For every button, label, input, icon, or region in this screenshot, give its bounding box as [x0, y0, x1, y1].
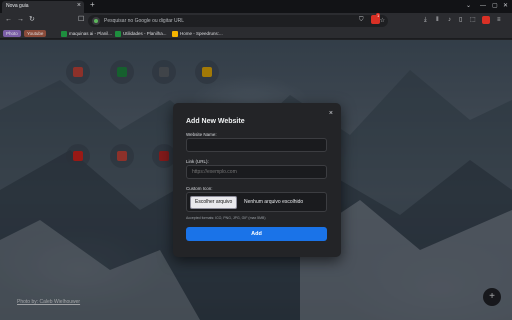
- google-icon: [92, 17, 100, 25]
- close-icon[interactable]: ×: [77, 2, 81, 9]
- dialog-title: Add New Website: [186, 118, 245, 125]
- extension-icon[interactable]: 1: [371, 13, 381, 24]
- extension-badge-count: 1: [376, 13, 381, 18]
- custom-icon-label: Custom Icon:: [186, 186, 213, 191]
- forward-icon[interactable]: →: [17, 16, 24, 23]
- profile-icon[interactable]: [482, 16, 490, 24]
- custom-icon-file-input[interactable]: Escolher arquivo Nenhum arquivo escolhid…: [186, 192, 327, 212]
- reload-icon[interactable]: ↻: [29, 16, 35, 23]
- bookmark-label: Youtube: [27, 31, 44, 36]
- bookmark-label: maquinas ai - Planil...: [69, 31, 113, 36]
- accepted-formats-note: Accepted formats: ICO, PNG, JPG, GIF (ma…: [186, 216, 266, 220]
- bookmark-label: Utilidades - Planilha...: [123, 31, 167, 36]
- tab-search-icon[interactable]: ⌄: [466, 3, 471, 9]
- bookmark-utilidades[interactable]: Utilidades - Planilha...: [115, 30, 167, 37]
- omnibox-placeholder: Pesquisar no Google ou digitar URL: [104, 18, 185, 24]
- omnibox[interactable]: Pesquisar no Google ou digitar URL ☆: [88, 15, 388, 27]
- library-icon[interactable]: ⫴: [436, 17, 439, 23]
- bookmark-speedruns[interactable]: Home - Speedruns:...: [172, 30, 223, 37]
- screenshot-icon[interactable]: ⬚: [470, 17, 476, 23]
- window-close-icon[interactable]: ✕: [503, 3, 508, 9]
- bookmarks-bar: Photo Youtube maquinas ai - Planil... Ut…: [0, 29, 512, 39]
- bookmark-label: Photo: [6, 31, 18, 36]
- tab-title: Nova guia: [6, 3, 29, 9]
- trophy-icon: [172, 30, 178, 37]
- maximize-icon[interactable]: ▢: [492, 3, 498, 9]
- download-icon[interactable]: ⤓: [424, 17, 427, 23]
- bookmark-label: Home - Speedruns:...: [180, 31, 223, 36]
- bookmarks-menu-icon[interactable]: ☐: [78, 16, 84, 23]
- website-name-label: Website Name:: [186, 132, 217, 137]
- tab-strip: Nova guia × + ⌄ — ▢ ✕: [0, 0, 512, 13]
- choose-file-button[interactable]: Escolher arquivo: [190, 196, 238, 209]
- link-label: Link (URL):: [186, 159, 209, 164]
- new-tab-icon[interactable]: +: [90, 1, 95, 9]
- bookmark-youtube[interactable]: Youtube: [24, 30, 47, 37]
- music-icon[interactable]: ♪: [448, 17, 451, 23]
- link-input[interactable]: [186, 165, 327, 179]
- minimize-icon[interactable]: —: [480, 3, 486, 9]
- sheets-icon: [61, 30, 67, 37]
- add-button[interactable]: Add: [186, 227, 327, 241]
- back-icon[interactable]: ←: [5, 16, 12, 23]
- shield-icon[interactable]: ⛉: [359, 17, 364, 23]
- add-website-dialog: Add New Website × Website Name: Link (UR…: [173, 103, 341, 257]
- bookmark-photo[interactable]: Photo: [3, 30, 21, 37]
- file-status-text: Nenhum arquivo escolhido: [244, 199, 304, 205]
- sidebar-icon[interactable]: ▯: [459, 17, 462, 23]
- bookmark-maquinas[interactable]: maquinas ai - Planil...: [61, 30, 112, 37]
- sheets-icon: [115, 30, 121, 37]
- browser-toolbar: ← → ↻ ☐ Pesquisar no Google ou digitar U…: [0, 13, 512, 29]
- bookmark-star-icon[interactable]: ☆: [380, 18, 385, 24]
- tab-nova-guia[interactable]: Nova guia ×: [2, 1, 84, 13]
- menu-icon[interactable]: ≡: [497, 17, 501, 23]
- close-icon[interactable]: ×: [329, 110, 333, 117]
- website-name-input[interactable]: [186, 138, 327, 152]
